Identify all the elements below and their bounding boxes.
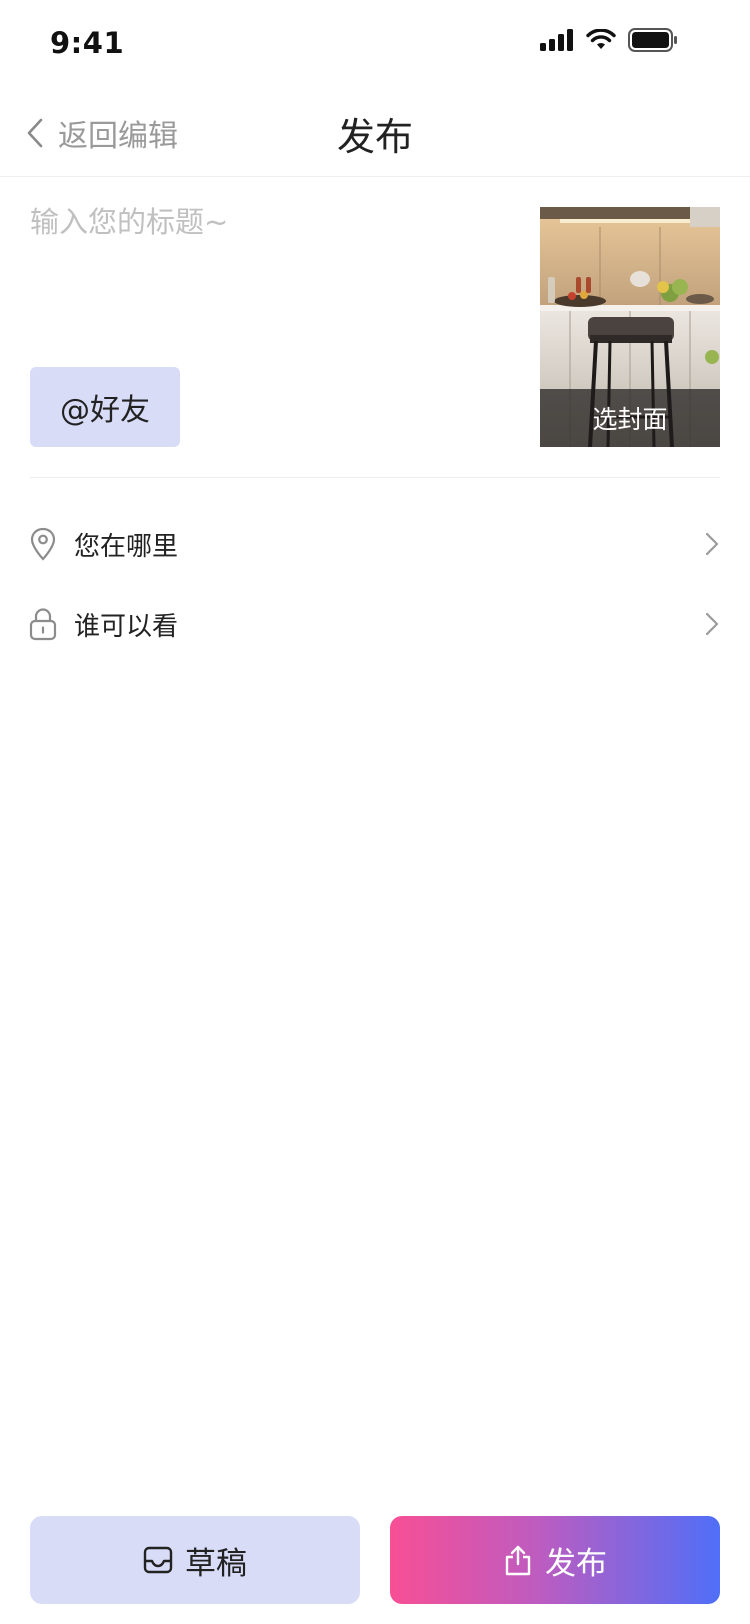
title-input[interactable] <box>30 200 500 244</box>
location-row[interactable]: 您在哪里 <box>28 514 722 574</box>
upload-icon <box>505 1545 531 1576</box>
inbox-icon <box>143 1546 173 1574</box>
chevron-right-icon <box>702 530 722 558</box>
page-title: 发布 <box>336 115 413 159</box>
battery-icon <box>628 28 677 52</box>
publish-button[interactable]: 发布 <box>390 1516 720 1604</box>
status-bar: 9:41 <box>0 0 750 90</box>
draft-button[interactable]: 草稿 <box>30 1516 360 1604</box>
cover-selector[interactable]: 选封面 <box>540 207 720 447</box>
chevron-right-icon <box>702 610 722 638</box>
location-label: 您在哪里 <box>74 531 179 562</box>
divider <box>30 477 720 478</box>
signal-icon <box>540 29 573 51</box>
visibility-label: 谁可以看 <box>74 611 179 642</box>
draft-label: 草稿 <box>185 1545 247 1582</box>
wifi-icon <box>586 29 616 49</box>
status-icons <box>540 28 678 52</box>
visibility-row[interactable]: 谁可以看 <box>28 594 722 654</box>
location-pin-icon <box>28 526 58 562</box>
cover-label: 选封面 <box>540 389 720 447</box>
nav-bar: 返回编辑 发布 <box>0 90 750 177</box>
publish-label: 发布 <box>545 1545 607 1582</box>
lock-icon <box>28 606 58 642</box>
mention-friends-button[interactable]: @好友 <box>30 367 180 447</box>
status-time: 9:41 <box>50 26 125 60</box>
